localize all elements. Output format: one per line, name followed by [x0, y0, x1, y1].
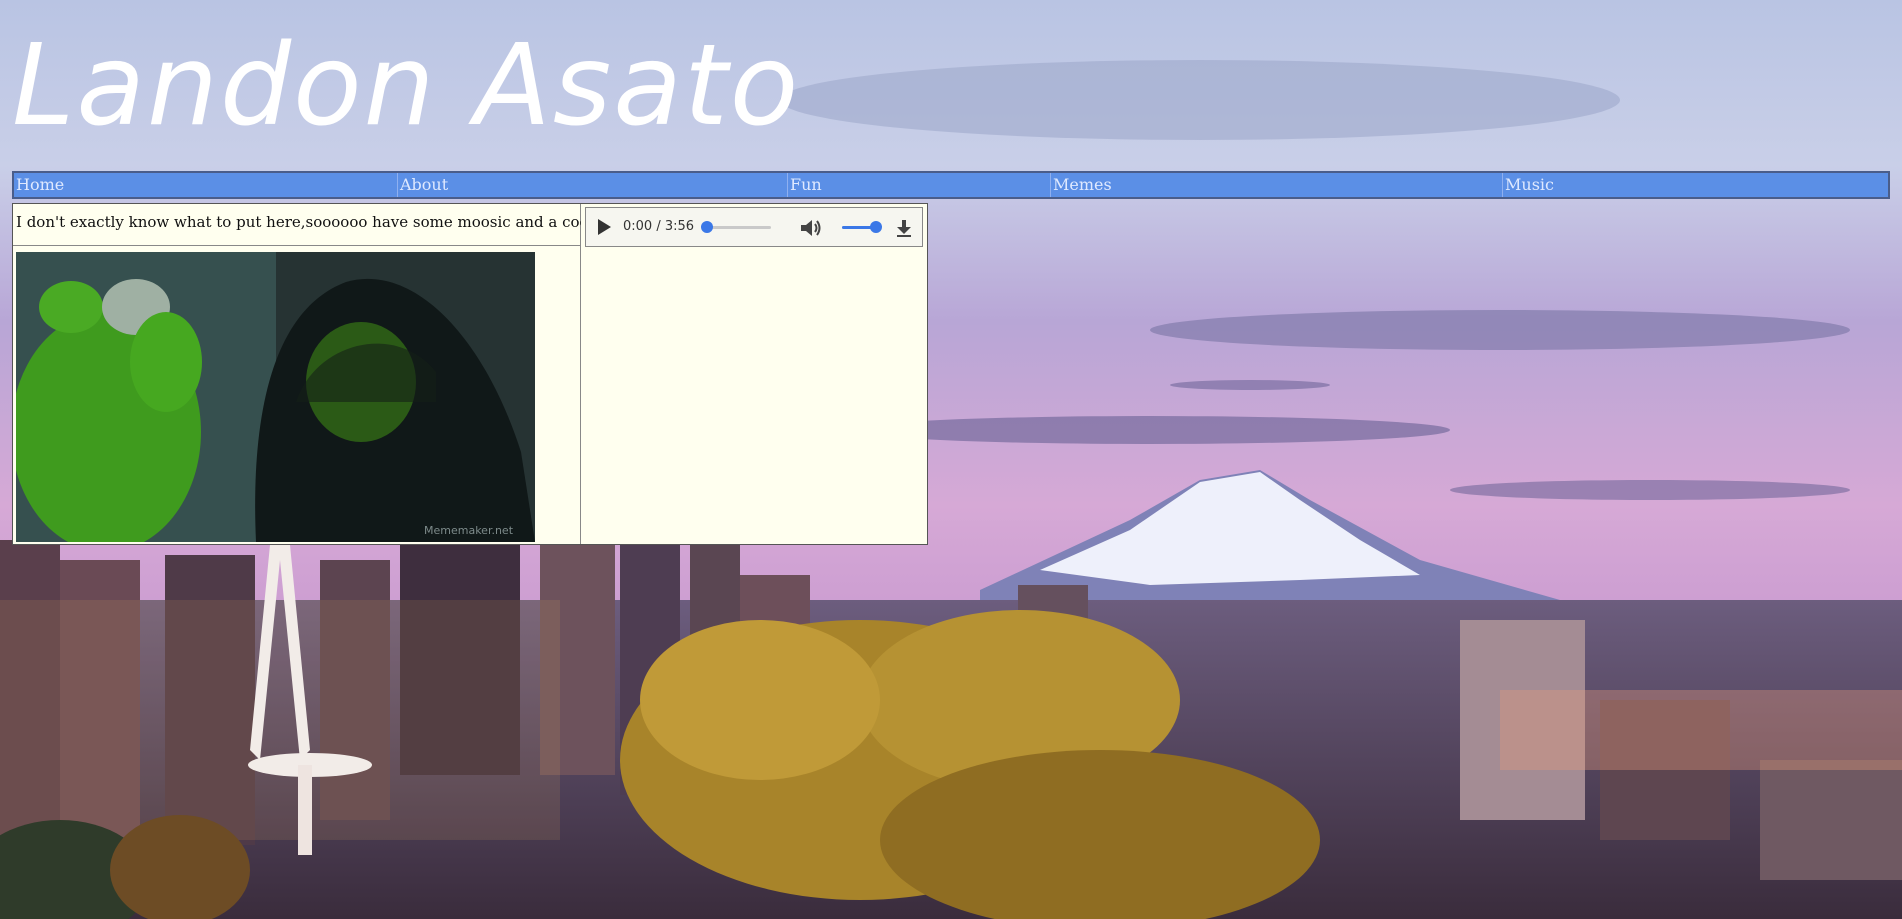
- kermit-meme-picture: Mememaker.net: [16, 252, 535, 542]
- download-icon[interactable]: [894, 218, 914, 238]
- nav-item-memes[interactable]: Memes: [1050, 173, 1502, 197]
- play-icon[interactable]: [598, 219, 611, 235]
- nav-item-music[interactable]: Music: [1502, 173, 1888, 197]
- meme-watermark: Mememaker.net: [424, 524, 514, 537]
- progress-slider-thumb[interactable]: [701, 221, 713, 233]
- site-title: Landon Asato: [12, 21, 801, 151]
- audio-time: 0:00 / 3:56: [623, 219, 695, 234]
- content-panel: I don't exactly know what to put here,so…: [12, 203, 928, 545]
- nav-item-fun[interactable]: Fun: [787, 173, 1050, 197]
- content-left-column: I don't exactly know what to put here,so…: [13, 204, 581, 544]
- nav-item-home[interactable]: Home: [14, 173, 397, 197]
- nav-item-about[interactable]: About: [397, 173, 787, 197]
- main-nav: Home About Fun Memes Music: [12, 171, 1890, 199]
- volume-icon[interactable]: [799, 218, 823, 238]
- audio-player: 0:00 / 3:56: [585, 207, 923, 247]
- meme-image: Mememaker.net: [16, 252, 535, 542]
- progress-slider[interactable]: [707, 226, 771, 229]
- volume-slider-thumb[interactable]: [870, 221, 882, 233]
- content-caption: I don't exactly know what to put here,so…: [13, 204, 581, 246]
